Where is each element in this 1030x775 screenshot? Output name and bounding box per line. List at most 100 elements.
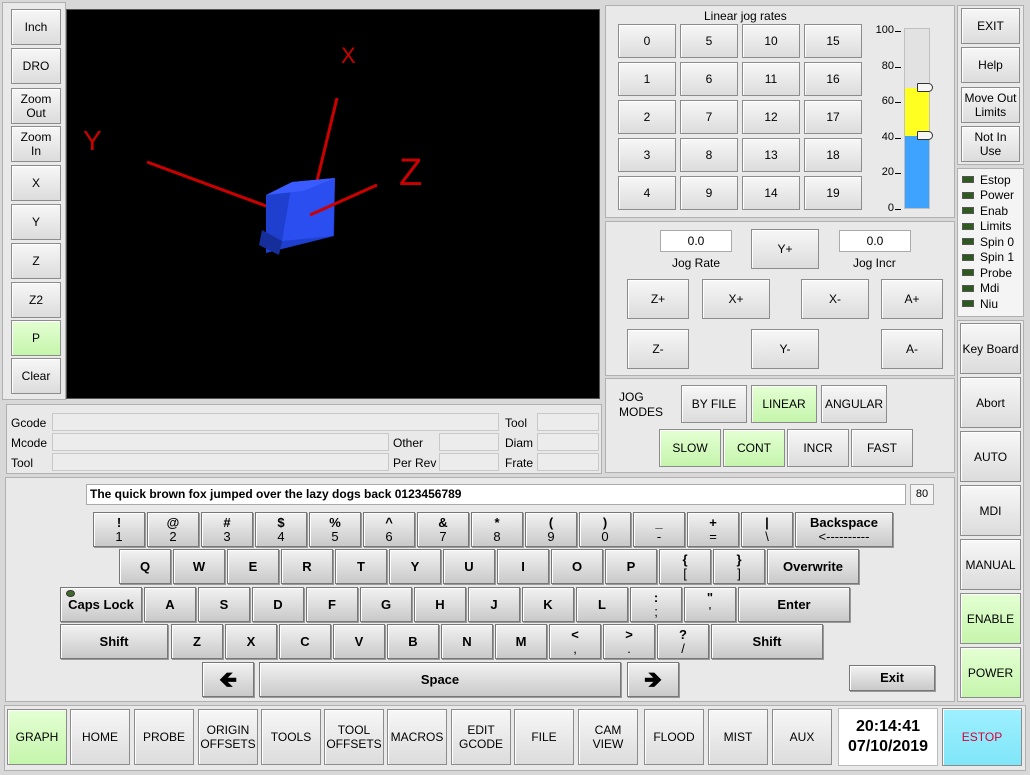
jog-rate-button-7[interactable]: 7 [680,100,738,134]
jog-rate-button-5[interactable]: 5 [680,24,738,58]
right-button-power[interactable]: POWER [960,647,1021,698]
tab-origin-offsets[interactable]: ORIGIN OFFSETS [198,709,258,765]
keyboard-text-input[interactable]: The quick brown fox jumped over the lazy… [86,484,906,505]
key-sym-1[interactable]: >. [603,624,655,659]
jog-rate-button-18[interactable]: 18 [804,138,862,172]
jog-rate-button-11[interactable]: 11 [742,62,800,96]
left-shift-key[interactable]: Shift [60,624,168,659]
key-9[interactable]: (9 [525,512,577,547]
tab-mist[interactable]: MIST [708,709,768,765]
jog-a-plus-button[interactable]: A+ [881,279,943,319]
jog-z-plus-button[interactable]: Z+ [627,279,689,319]
linear-button[interactable]: LINEAR [751,385,817,423]
right-button-not-in-use[interactable]: Not In Use [961,126,1020,162]
key-sym-2[interactable]: ? / [657,624,709,659]
key-8[interactable]: * 8 [471,512,523,547]
key-2[interactable]: @2 [147,512,199,547]
jog-rate-button-0[interactable]: 0 [618,24,676,58]
key-p[interactable]: P [605,549,657,584]
jog-rate-button-15[interactable]: 15 [804,24,862,58]
key-m[interactable]: M [495,624,547,659]
jog-rate-button-16[interactable]: 16 [804,62,862,96]
jog-rate-button-14[interactable]: 14 [742,176,800,210]
key-o[interactable]: O [551,549,603,584]
tab-flood[interactable]: FLOOD [644,709,704,765]
tab-aux[interactable]: AUX [772,709,832,765]
key-r[interactable]: R [281,549,333,584]
key-k[interactable]: K [522,587,574,622]
key-bracket-0[interactable]: {[ [659,549,711,584]
left-button-clear[interactable]: Clear [11,358,61,394]
tab-graph[interactable]: GRAPH [7,709,67,765]
key-4[interactable]: $4 [255,512,307,547]
jog-x-minus-button[interactable]: X- [801,279,869,319]
key-punct-1[interactable]: " ' [684,587,736,622]
tab-edit-gcode[interactable]: EDIT GCODE [451,709,511,765]
tab-tool-offsets[interactable]: TOOL OFFSETS [324,709,384,765]
key-7[interactable]: & 7 [417,512,469,547]
jog-y-plus-button[interactable]: Y+ [751,229,819,269]
key-6[interactable]: ^ 6 [363,512,415,547]
key-\[interactable]: | \ [741,512,793,547]
left-arrow-key[interactable]: 🡸 [202,662,254,697]
jog-rate-button-4[interactable]: 4 [618,176,676,210]
left-button-z[interactable]: Z [11,243,61,279]
jog-rate-button-19[interactable]: 19 [804,176,862,210]
jog-incr-input[interactable]: 0.0 [839,230,911,252]
jog-rate-input[interactable]: 0.0 [660,230,732,252]
backspace-key[interactable]: Backspace <---------- [795,512,893,547]
key-=[interactable]: + = [687,512,739,547]
right-button-enable[interactable]: ENABLE [960,593,1021,644]
tab-macros[interactable]: MACROS [387,709,447,765]
jog-rate-button-13[interactable]: 13 [742,138,800,172]
tab-probe[interactable]: PROBE [134,709,194,765]
key-d[interactable]: D [252,587,304,622]
key-y[interactable]: Y [389,549,441,584]
left-button-inch[interactable]: Inch [11,9,61,45]
left-button-p[interactable]: P [11,320,61,356]
slow-button[interactable]: SLOW [659,429,721,467]
key-c[interactable]: C [279,624,331,659]
fast-button[interactable]: FAST [851,429,913,467]
keyboard-exit-key[interactable]: Exit [849,665,935,691]
tab-tools[interactable]: TOOLS [261,709,321,765]
key--[interactable]: _ - [633,512,685,547]
key-t[interactable]: T [335,549,387,584]
left-button-zoom-in[interactable]: Zoom In [11,126,61,162]
tab-home[interactable]: HOME [70,709,130,765]
jog-z-minus-button[interactable]: Z- [627,329,689,369]
jog-rate-button-3[interactable]: 3 [618,138,676,172]
right-button-auto[interactable]: AUTO [960,431,1021,482]
by-file-button[interactable]: BY FILE [681,385,747,423]
overwrite-key[interactable]: Overwrite [767,549,859,584]
key-s[interactable]: S [198,587,250,622]
incr-button[interactable]: INCR [787,429,849,467]
slider-handle-lower[interactable] [917,131,933,141]
key-e[interactable]: E [227,549,279,584]
jog-rate-slider[interactable] [904,28,933,209]
right-button-help[interactable]: Help [961,47,1020,83]
enter-key[interactable]: Enter [738,587,850,622]
right-button-manual[interactable]: MANUAL [960,539,1021,590]
jog-rate-button-17[interactable]: 17 [804,100,862,134]
key-5[interactable]: % 5 [309,512,361,547]
right-arrow-key[interactable]: 🡺 [627,662,679,697]
key-i[interactable]: I [497,549,549,584]
right-button-mdi[interactable]: MDI [960,485,1021,536]
jog-rate-button-9[interactable]: 9 [680,176,738,210]
jog-rate-button-2[interactable]: 2 [618,100,676,134]
key-v[interactable]: V [333,624,385,659]
jog-rate-button-12[interactable]: 12 [742,100,800,134]
key-1[interactable]: ! 1 [93,512,145,547]
graphics-viewport[interactable]: X Y Z [66,9,600,399]
key-a[interactable]: A [144,587,196,622]
right-button-abort[interactable]: Abort [960,377,1021,428]
slider-handle-upper[interactable] [917,83,933,93]
left-button-dro[interactable]: DRO [11,48,61,84]
left-button-y[interactable]: Y [11,204,61,240]
caps-lock-key[interactable]: Caps Lock [60,587,142,622]
jog-rate-button-10[interactable]: 10 [742,24,800,58]
key-u[interactable]: U [443,549,495,584]
key-q[interactable]: Q [119,549,171,584]
jog-y-minus-button[interactable]: Y- [751,329,819,369]
